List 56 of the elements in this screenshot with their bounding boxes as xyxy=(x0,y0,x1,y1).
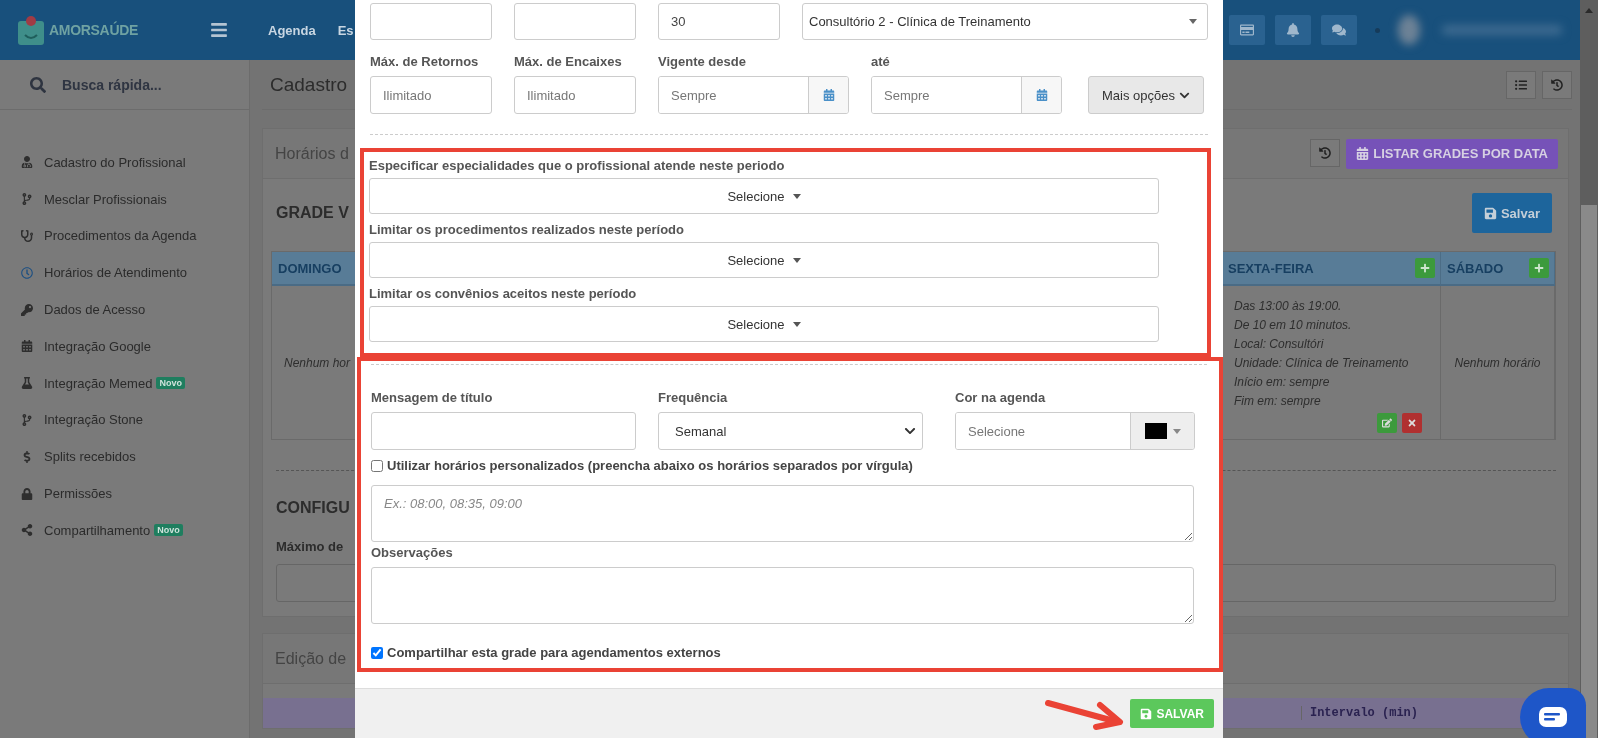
new-badge: Novo xyxy=(156,377,185,390)
empty-note: Nenhum hor xyxy=(284,355,352,370)
field-label: Máx. de Encaixes xyxy=(514,54,623,69)
field-label: Vigente desde xyxy=(658,54,747,69)
nav-link[interactable]: Es xyxy=(337,22,354,38)
multi-select[interactable]: Selecione xyxy=(369,242,1159,278)
multi-select[interactable]: Selecione xyxy=(369,306,1159,342)
checkbox-label: Compartilhar esta grade para agendamentos externos xyxy=(387,645,721,660)
day-name: SÁBADO xyxy=(1447,260,1504,276)
multi-select[interactable]: Selecione xyxy=(369,178,1159,214)
column-header: Intervalo (min) xyxy=(1300,706,1418,720)
checkbox-label: Utilizar horários personalizados (preencha abaixo os horários separados por vírgula) xyxy=(387,458,913,473)
sidebar-item[interactable]: Splits recebidos xyxy=(0,438,249,476)
more-options-button[interactable]: Mais opções xyxy=(1088,76,1204,114)
empty-note: Nenhum horário xyxy=(1453,355,1542,370)
field-label: Limitar os procedimentos realizados neste período xyxy=(369,222,685,237)
search-field[interactable]: Busca rápida... xyxy=(60,75,220,94)
sidebar-item[interactable]: Procedimentos da Agenda xyxy=(0,217,249,255)
field-label: até xyxy=(871,54,891,69)
nav-link[interactable]: Agenda xyxy=(268,22,316,38)
sidebar-item[interactable]: Integração Memed Novo xyxy=(0,364,249,402)
date-field[interactable]: Sempre xyxy=(658,76,849,114)
page-title: Cadastro xyxy=(270,73,348,96)
sidebar-item[interactable]: Compartilhamento Novo xyxy=(0,511,249,549)
field-label: Cor na agenda xyxy=(955,390,1047,405)
field-label: Máx. de Retornos xyxy=(370,54,480,69)
list-by-date-button[interactable]: LISTAR GRADES POR DATA xyxy=(1346,138,1558,169)
sidebar-item[interactable]: Cadastro do Profissional xyxy=(0,144,249,181)
input-field[interactable]: Ilimitado xyxy=(370,76,492,114)
color-field[interactable]: Selecione xyxy=(955,412,1195,450)
section-title: GRADE V xyxy=(276,204,349,222)
sidebar-item[interactable]: Permissões xyxy=(0,475,249,512)
date-field[interactable]: Sempre xyxy=(871,76,1062,114)
sidebar-item[interactable]: Integração Stone xyxy=(0,401,249,439)
schedule-entry: Das 13:00 às 19:00. De 10 em 10 minutos. Local: Consultóri Unidade: Clínica de Treinamento Início em: sempre Fim em: sempre xyxy=(1234,297,1410,410)
field-label: Observações xyxy=(371,545,454,560)
new-badge: Novo xyxy=(154,524,183,537)
sidebar-item[interactable]: Mesclar Profissionais xyxy=(0,180,249,218)
field-label: Frequência xyxy=(658,390,729,405)
location-select[interactable]: Consultório 2 - Clínica de Treinamento xyxy=(802,3,1208,40)
frequency-select[interactable]: Semanal xyxy=(658,412,923,450)
sidebar-item[interactable]: Integração Google xyxy=(0,328,249,365)
sidebar-item[interactable]: Dados de Acesso xyxy=(0,291,249,328)
save-button[interactable]: Salvar xyxy=(1471,193,1552,233)
sidebar-item[interactable]: Horários de Atendimento xyxy=(0,254,249,292)
number-field[interactable]: 30 xyxy=(658,3,780,40)
field-label: Mensagem de título xyxy=(371,390,494,405)
input-field[interactable]: Ilimitado xyxy=(514,76,636,114)
section-title: CONFIGU xyxy=(276,499,350,517)
field-label: Limitar os convênios aceitos neste período xyxy=(369,286,638,301)
day-name: DOMINGO xyxy=(278,260,342,276)
times-textarea[interactable]: Ex.: 08:00, 08:35, 09:00 xyxy=(371,485,1194,542)
field-label: Especificar especialidades que o profissional atende neste periodo xyxy=(369,158,786,173)
save-button[interactable]: SALVAR xyxy=(1130,699,1214,728)
day-name: SEXTA-FEIRA xyxy=(1228,260,1314,276)
brand-name: AMORSAÚDE xyxy=(49,22,139,38)
